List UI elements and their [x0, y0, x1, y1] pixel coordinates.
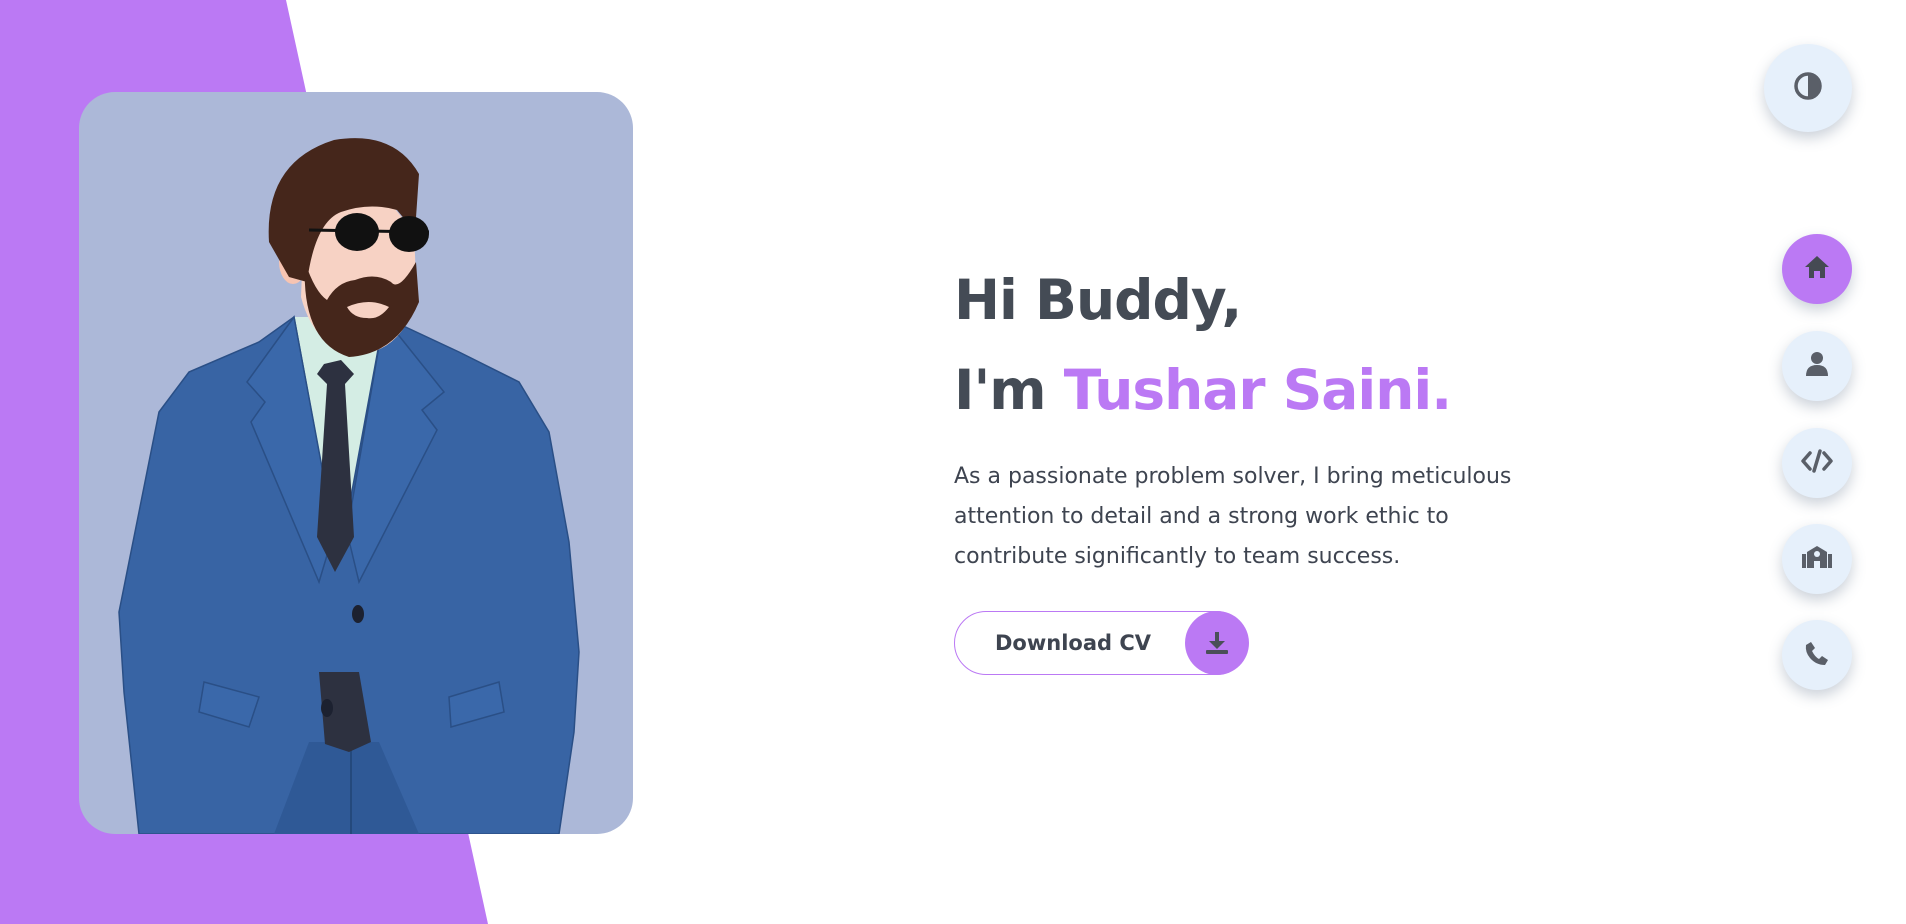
- contrast-icon: [1793, 71, 1823, 106]
- nav-contact-button[interactable]: [1782, 620, 1852, 690]
- download-cv-button[interactable]: Download CV: [954, 611, 1249, 675]
- portfolio-home-page: Hi Buddy, I'm Tushar Saini. As a passion…: [0, 0, 1906, 924]
- hero-name: Tushar Saini.: [1063, 358, 1452, 422]
- hero-heading: Hi Buddy, I'm Tushar Saini.: [954, 255, 1594, 435]
- user-icon: [1805, 351, 1829, 382]
- greeting-prefix: I'm: [954, 358, 1047, 422]
- nav-skills-button[interactable]: [1782, 428, 1852, 498]
- hero-section: Hi Buddy, I'm Tushar Saini. As a passion…: [954, 255, 1594, 577]
- school-icon: [1801, 544, 1833, 575]
- theme-toggle-button[interactable]: [1764, 44, 1852, 132]
- avatar-illustration: [118, 138, 580, 834]
- greeting-line: Hi Buddy,: [954, 268, 1242, 332]
- nav-about-button[interactable]: [1782, 331, 1852, 401]
- nav-education-button[interactable]: [1782, 524, 1852, 594]
- code-icon: [1801, 448, 1833, 478]
- hero-intro-text: As a passionate problem solver, I bring …: [954, 464, 1512, 569]
- home-icon: [1803, 254, 1831, 285]
- download-cv-label: Download CV: [995, 631, 1152, 655]
- nav-home-button[interactable]: [1782, 234, 1852, 304]
- profile-illustration: [79, 92, 633, 834]
- download-icon: [1185, 611, 1249, 675]
- phone-icon: [1804, 640, 1830, 671]
